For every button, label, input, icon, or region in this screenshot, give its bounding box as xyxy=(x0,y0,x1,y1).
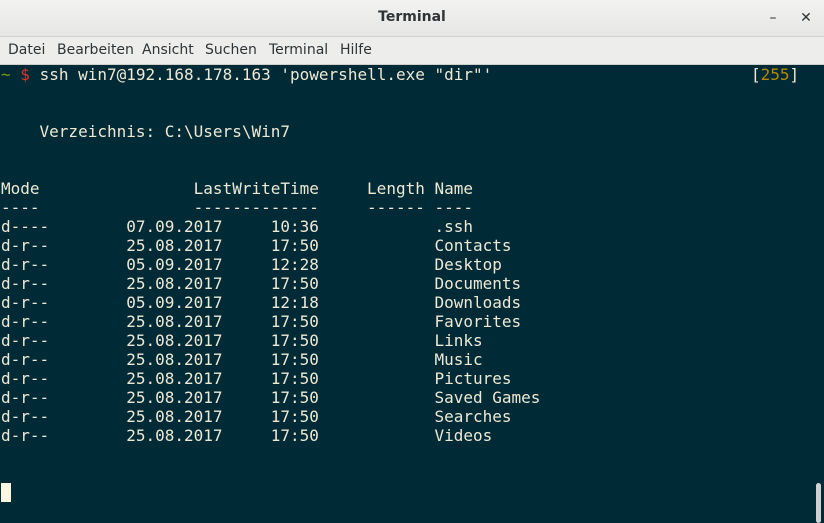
menu-datei[interactable]: Datei xyxy=(8,42,45,58)
window-title: Terminal xyxy=(378,9,446,25)
menu-bar: Datei Bearbeiten Ansicht Suchen Terminal… xyxy=(0,37,824,65)
terminal-output[interactable]: ~ $ ssh win7@192.168.178.163 'powershell… xyxy=(0,65,824,523)
directory-row: d---- 07.09.2017 10:36 .ssh xyxy=(1,217,474,236)
directory-row: d-r-- 25.08.2017 17:50 Documents xyxy=(1,274,522,293)
menu-bearbeiten[interactable]: Bearbeiten xyxy=(57,42,134,58)
close-button[interactable]: ✕ xyxy=(796,8,816,28)
column-header-line: Mode LastWriteTime Length Name xyxy=(1,179,474,198)
prompt-line: ~ $ ssh win7@192.168.178.163 'powershell… xyxy=(1,65,492,84)
directory-row: d-r-- 25.08.2017 17:50 Videos xyxy=(1,426,493,445)
menu-hilfe[interactable]: Hilfe xyxy=(340,42,372,58)
directory-row: d-r-- 25.08.2017 17:50 Contacts xyxy=(1,236,512,255)
title-bar: Terminal – ✕ xyxy=(0,0,824,37)
prompt-tilde: ~ xyxy=(1,65,11,84)
text-cursor xyxy=(1,483,11,502)
directory-row: d-r-- 05.09.2017 12:18 Downloads xyxy=(1,293,522,312)
separator-line: ---- ------------- ------ ---- xyxy=(1,198,474,217)
menu-ansicht[interactable]: Ansicht xyxy=(142,42,194,58)
directory-row: d-r-- 25.08.2017 17:50 Links xyxy=(1,331,483,350)
menu-terminal[interactable]: Terminal xyxy=(269,42,328,58)
directory-row: d-r-- 05.09.2017 12:28 Desktop xyxy=(1,255,502,274)
directory-row: d-r-- 25.08.2017 17:50 Saved Games xyxy=(1,388,541,407)
exit-code: 255 xyxy=(760,65,790,84)
directory-row: d-r-- 25.08.2017 17:50 Music xyxy=(1,350,483,369)
scrollbar-thumb[interactable] xyxy=(816,483,821,523)
exit-bracket-open: [ xyxy=(751,65,761,84)
directory-row: d-r-- 25.08.2017 17:50 Favorites xyxy=(1,312,522,331)
command-text: ssh win7@192.168.178.163 'powershell.exe… xyxy=(39,65,493,84)
exit-status: [255] xyxy=(751,65,799,84)
minimize-button[interactable]: – xyxy=(763,8,783,28)
menu-suchen[interactable]: Suchen xyxy=(205,42,257,58)
exit-bracket-close: ] xyxy=(789,65,800,84)
prompt-dollar: $ xyxy=(20,65,30,84)
directory-line: Verzeichnis: C:\Users\Win7 xyxy=(1,122,290,141)
directory-row: d-r-- 25.08.2017 17:50 Pictures xyxy=(1,369,512,388)
directory-row: d-r-- 25.08.2017 17:50 Searches xyxy=(1,407,512,426)
